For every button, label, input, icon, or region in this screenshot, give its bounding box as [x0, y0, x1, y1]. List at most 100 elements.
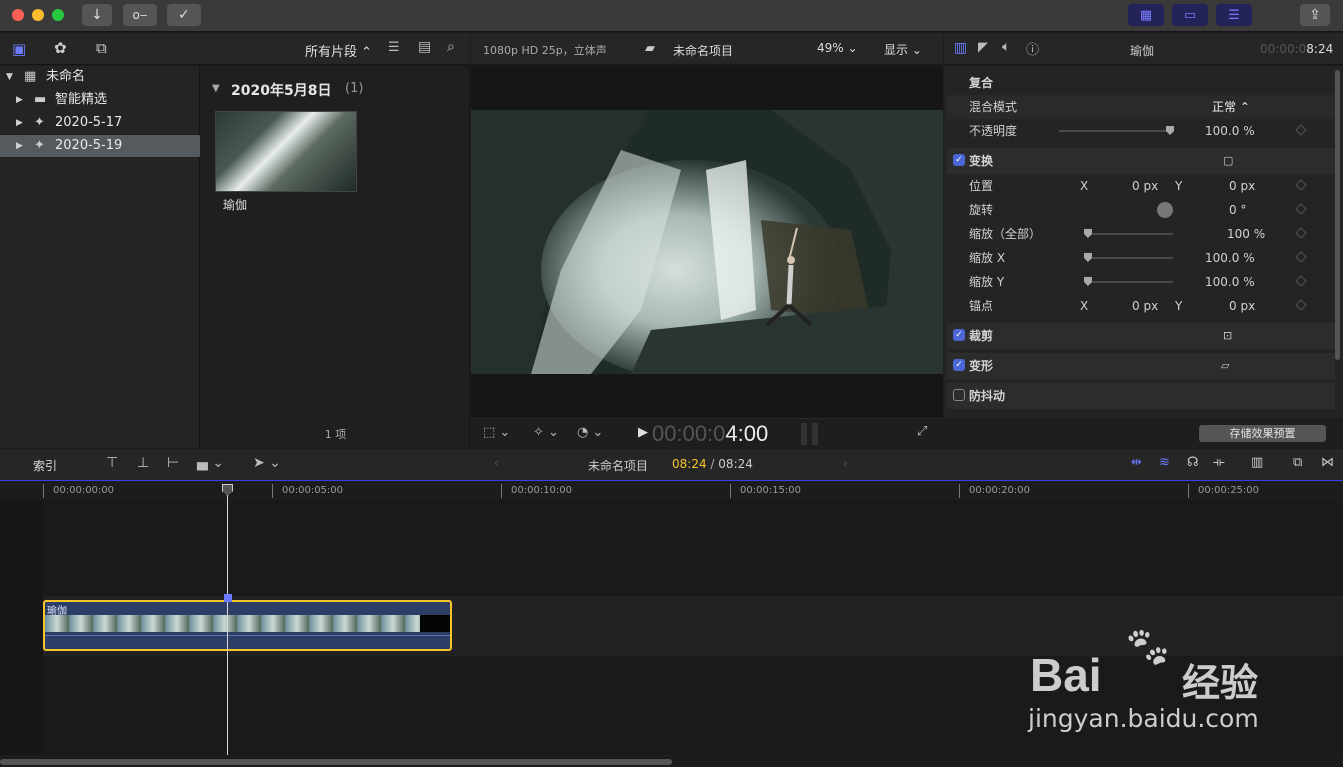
append-clip-icon[interactable]: ⊢ — [167, 455, 179, 471]
titles-generators-icon[interactable]: ⧉ — [96, 39, 107, 57]
clip-thumbnail[interactable] — [215, 111, 357, 192]
clip-filmstrip-end — [420, 615, 450, 632]
skimmer-marker[interactable] — [224, 594, 232, 602]
video-inspector-icon[interactable]: ▥ — [954, 40, 967, 56]
minimize-window-button[interactable] — [32, 9, 44, 21]
inspector-toggle-button[interactable]: ☰ — [1216, 4, 1252, 26]
overwrite-clip-dropdown[interactable]: ▄ ⌄ — [197, 455, 224, 471]
keyframe-icon[interactable] — [1295, 124, 1307, 136]
library-item-smart-collections[interactable]: ▶ ▬ 智能精选 — [0, 89, 200, 111]
close-window-button[interactable] — [12, 9, 24, 21]
skimming-icon[interactable]: ⇹ — [1131, 455, 1142, 470]
keyframe-icon[interactable] — [1295, 227, 1307, 239]
fullscreen-icon[interactable]: ⤢ — [917, 424, 927, 439]
inspector-scrollbar[interactable] — [1335, 70, 1340, 360]
inspector-title: 瑜伽 — [1130, 44, 1155, 58]
connect-clip-icon[interactable]: ⊤ — [106, 455, 118, 471]
position-row: 位置 X 0 px Y 0 px — [947, 174, 1335, 198]
disclosure-open-icon[interactable]: ▼ — [6, 66, 13, 88]
zoom-window-button[interactable] — [52, 9, 64, 21]
transitions-browser-icon[interactable]: ⋈ — [1321, 455, 1334, 470]
transform-onscreen-icon[interactable]: ▢ — [1223, 148, 1233, 174]
browser-toggle-button[interactable]: ▦ — [1128, 4, 1164, 26]
timeline-clip[interactable]: 瑜伽 — [43, 600, 452, 651]
opacity-slider[interactable] — [1059, 130, 1174, 132]
rotation-row: 旋转 0 ° — [947, 198, 1335, 222]
timeline-toggle-button[interactable]: ▭ — [1172, 4, 1208, 26]
folder-icon: ▬ — [34, 92, 47, 107]
disclosure-closed-icon[interactable]: ▶ — [16, 135, 23, 157]
crop-checkbox[interactable]: ✓ — [953, 329, 965, 341]
scale-x-slider[interactable] — [1085, 257, 1173, 259]
save-effects-preset-button[interactable]: 存储效果预置 — [1199, 425, 1326, 442]
crop-onscreen-icon[interactable]: ⊡ — [1223, 323, 1232, 349]
transform-checkbox[interactable]: ✓ — [953, 154, 965, 166]
play-icon[interactable]: ▶ — [638, 425, 648, 440]
scale-x-value[interactable]: 100.0 % — [1205, 246, 1255, 270]
insert-clip-icon[interactable]: ⊥ — [137, 455, 149, 471]
scale-all-value[interactable]: 100 % — [1227, 222, 1265, 246]
library-item-event-1[interactable]: ▶ ✦ 2020-5-17 — [0, 112, 200, 134]
keywords-button[interactable]: o‒ — [123, 4, 157, 26]
timeline-index-button[interactable]: 索引 — [33, 457, 57, 474]
share-button[interactable]: ⇪ — [1300, 4, 1330, 26]
library-item-root[interactable]: ▼ ▦ 未命名 — [0, 66, 200, 88]
timeline-ruler[interactable]: 00:00:00:00 00:00:05:00 00:00:10:00 00:0… — [0, 482, 1343, 500]
import-button[interactable]: ↓ — [82, 4, 112, 26]
clip-appearance-icon[interactable]: ▥ — [1251, 455, 1263, 470]
audio-inspector-icon[interactable]: 🔈︎ — [1002, 39, 1010, 55]
snapping-icon[interactable]: ⟛ — [1213, 455, 1225, 470]
anchor-x-value[interactable]: 0 px — [1132, 294, 1158, 318]
search-icon[interactable]: ⌕ — [447, 39, 455, 55]
select-tool-dropdown[interactable]: ➤ ⌄ — [253, 455, 281, 471]
rotation-value[interactable]: 0 ° — [1229, 198, 1246, 222]
keyframe-icon[interactable] — [1295, 251, 1307, 263]
retime-dropdown[interactable]: ◔ ⌄ — [577, 425, 603, 440]
scale-all-slider-knob[interactable] — [1084, 229, 1092, 238]
rotation-dial[interactable] — [1157, 202, 1173, 218]
opacity-value[interactable]: 100.0 % — [1205, 119, 1255, 143]
scale-all-slider[interactable] — [1085, 233, 1173, 235]
keyframe-icon[interactable] — [1295, 275, 1307, 287]
display-dropdown[interactable]: 显示 ⌄ — [884, 41, 922, 58]
disclosure-closed-icon[interactable]: ▶ — [16, 112, 23, 134]
audio-skimming-icon[interactable]: ≋ — [1159, 455, 1170, 470]
history-back-icon[interactable]: ‹ — [494, 456, 499, 470]
keyframe-icon[interactable] — [1295, 179, 1307, 191]
blend-mode-dropdown[interactable]: 正常 ⌃ — [1212, 95, 1250, 119]
library-item-event-2[interactable]: ▶ ✦ 2020-5-19 — [0, 135, 200, 157]
scale-y-slider-knob[interactable] — [1084, 277, 1092, 286]
keyframe-icon[interactable] — [1295, 203, 1307, 215]
position-x-value[interactable]: 0 px — [1132, 174, 1158, 198]
enhance-dropdown[interactable]: ✧ ⌄ — [533, 425, 559, 440]
info-inspector-icon[interactable]: ⓘ — [1026, 39, 1039, 58]
color-inspector-icon[interactable]: ◤ — [978, 40, 988, 55]
stabilization-checkbox[interactable] — [953, 389, 965, 401]
zoom-dropdown[interactable]: 49% ⌄ — [817, 41, 858, 55]
effects-browser-icon[interactable]: ⧉ — [1293, 455, 1302, 470]
transform-tool-dropdown[interactable]: ⬚ ⌄ — [483, 425, 510, 440]
position-y-value[interactable]: 0 px — [1229, 174, 1255, 198]
viewer-canvas[interactable] — [471, 66, 943, 418]
browser-grid-icon: ▦ — [1139, 7, 1153, 23]
keyframe-icon[interactable] — [1295, 299, 1307, 311]
anchor-y-value[interactable]: 0 px — [1229, 294, 1255, 318]
background-tasks-button[interactable]: ✓ — [167, 4, 201, 26]
scale-y-value[interactable]: 100.0 % — [1205, 270, 1255, 294]
opacity-slider-knob[interactable] — [1166, 126, 1174, 135]
distort-checkbox[interactable]: ✓ — [953, 359, 965, 371]
clip-appearance-icon[interactable]: ☰ — [388, 40, 400, 55]
scale-y-slider[interactable] — [1085, 281, 1173, 283]
photos-audio-icon[interactable]: ✿ — [54, 39, 67, 57]
solo-headphones-icon[interactable]: ☊ — [1187, 455, 1199, 470]
clip-filter-dropdown[interactable]: 所有片段 ⌃ — [305, 41, 372, 60]
disclosure-closed-icon[interactable]: ▶ — [16, 89, 23, 111]
history-forward-icon[interactable]: › — [843, 456, 848, 470]
playhead[interactable] — [227, 484, 228, 755]
libraries-icon[interactable]: ▣ — [12, 40, 26, 58]
scale-x-slider-knob[interactable] — [1084, 253, 1092, 262]
timeline-scrollbar-thumb[interactable] — [0, 759, 672, 765]
distort-onscreen-icon[interactable]: ▱ — [1221, 353, 1229, 379]
disclosure-open-icon[interactable]: ▼ — [212, 83, 220, 94]
filmstrip-view-icon[interactable]: ▤ — [418, 39, 431, 55]
